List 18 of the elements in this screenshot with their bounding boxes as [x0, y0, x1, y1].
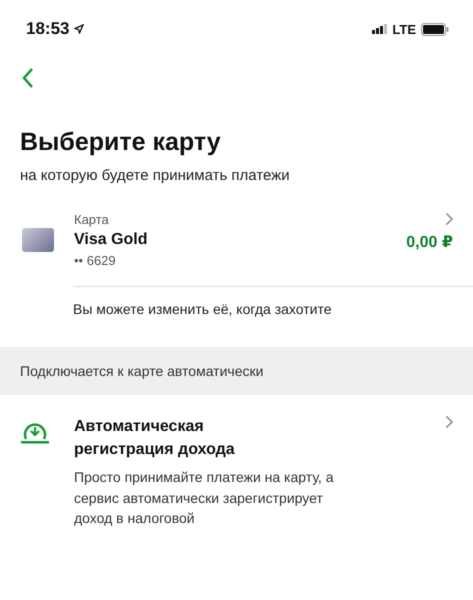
- card-icon: [22, 228, 54, 252]
- chevron-right-icon: [444, 415, 453, 429]
- location-arrow-icon: [74, 24, 84, 34]
- card-label: Карта: [74, 212, 110, 227]
- card-number: •• 6629: [74, 253, 117, 268]
- signal-icon: [372, 24, 388, 34]
- feature-description: Просто принимайте платежи на карту, а сервис автоматически зарегистрирует доход в налоговой: [74, 468, 334, 528]
- page-subtitle: на которую будете принимать платежи: [20, 167, 291, 184]
- card-balance: 0,00 ₽: [406, 233, 453, 252]
- page-title: Выберите карту: [20, 128, 222, 157]
- chevron-right-icon: [444, 212, 453, 226]
- network-type: LTE: [392, 22, 416, 36]
- battery-icon: [421, 22, 449, 36]
- hint-text: Вы можете изменить её, когда захотите: [73, 301, 333, 317]
- card-name[interactable]: Visa Gold: [74, 231, 406, 249]
- feature-title[interactable]: Автоматическая регистрация дохода: [74, 415, 284, 462]
- status-time: 18:53: [26, 19, 70, 39]
- section-header: Подключается к карте автоматически: [0, 347, 473, 395]
